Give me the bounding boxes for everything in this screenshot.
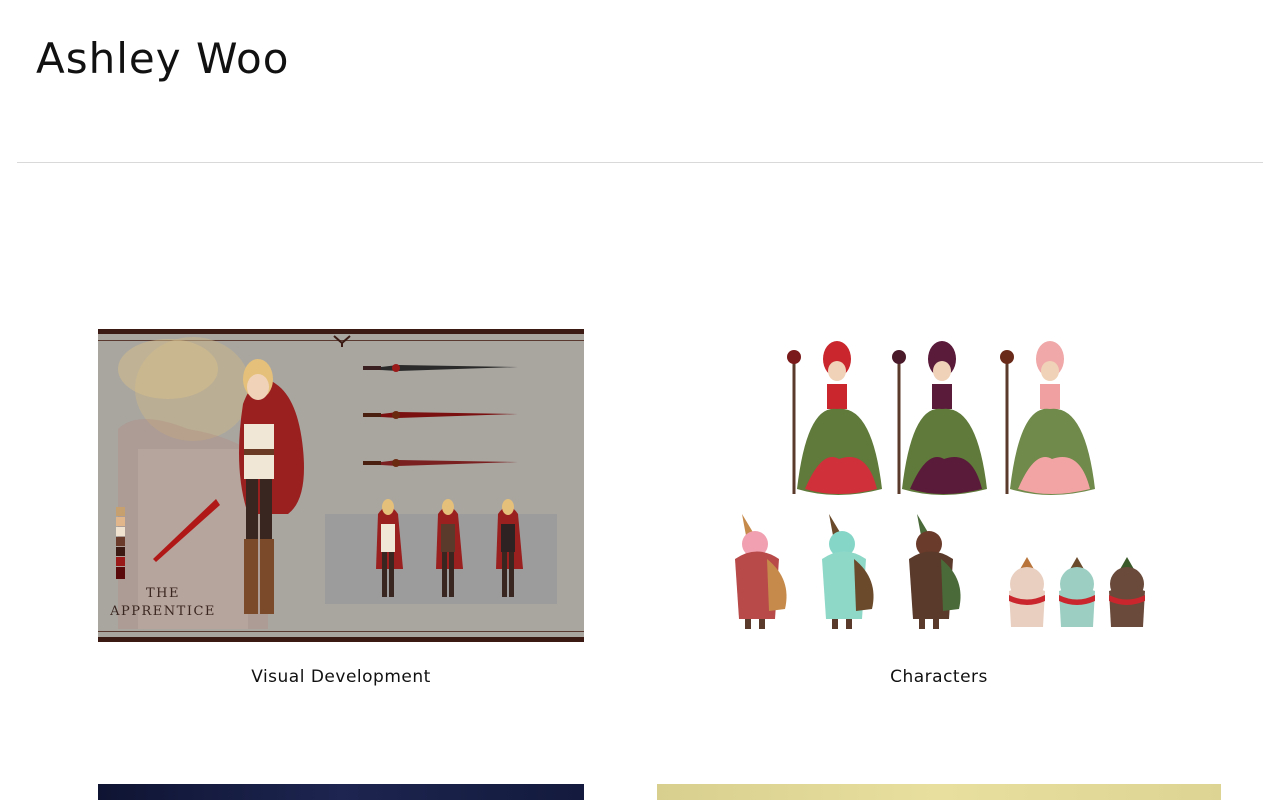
gallery-tile-caption[interactable]: Visual Development xyxy=(98,667,584,687)
gallery-tile-characters[interactable]: Characters xyxy=(657,329,1221,699)
partial-thumbnail-gold[interactable] xyxy=(657,784,1221,800)
apprentice-artwork: THE APPRENTICE xyxy=(98,329,584,642)
partial-thumbnail-dark[interactable] xyxy=(98,784,584,800)
characters-artwork xyxy=(657,329,1221,642)
gallery-tile-partial-right[interactable] xyxy=(657,784,1221,800)
characters-thumbnail[interactable] xyxy=(657,329,1221,642)
artwork-title-line-2: APPRENTICE xyxy=(109,604,216,619)
artwork-title-line-1: THE xyxy=(146,586,180,601)
visual-development-thumbnail[interactable]: THE APPRENTICE xyxy=(98,329,584,642)
site-header: Ashley Woo xyxy=(0,0,1280,162)
gallery-tile-partial-left[interactable] xyxy=(98,784,584,800)
gallery-tile-caption[interactable]: Characters xyxy=(657,667,1221,687)
site-title-link[interactable]: Ashley Woo xyxy=(36,34,289,83)
header-divider xyxy=(17,162,1263,163)
gallery-tile-visual-development[interactable]: THE APPRENTICE Visual Development xyxy=(98,329,584,699)
